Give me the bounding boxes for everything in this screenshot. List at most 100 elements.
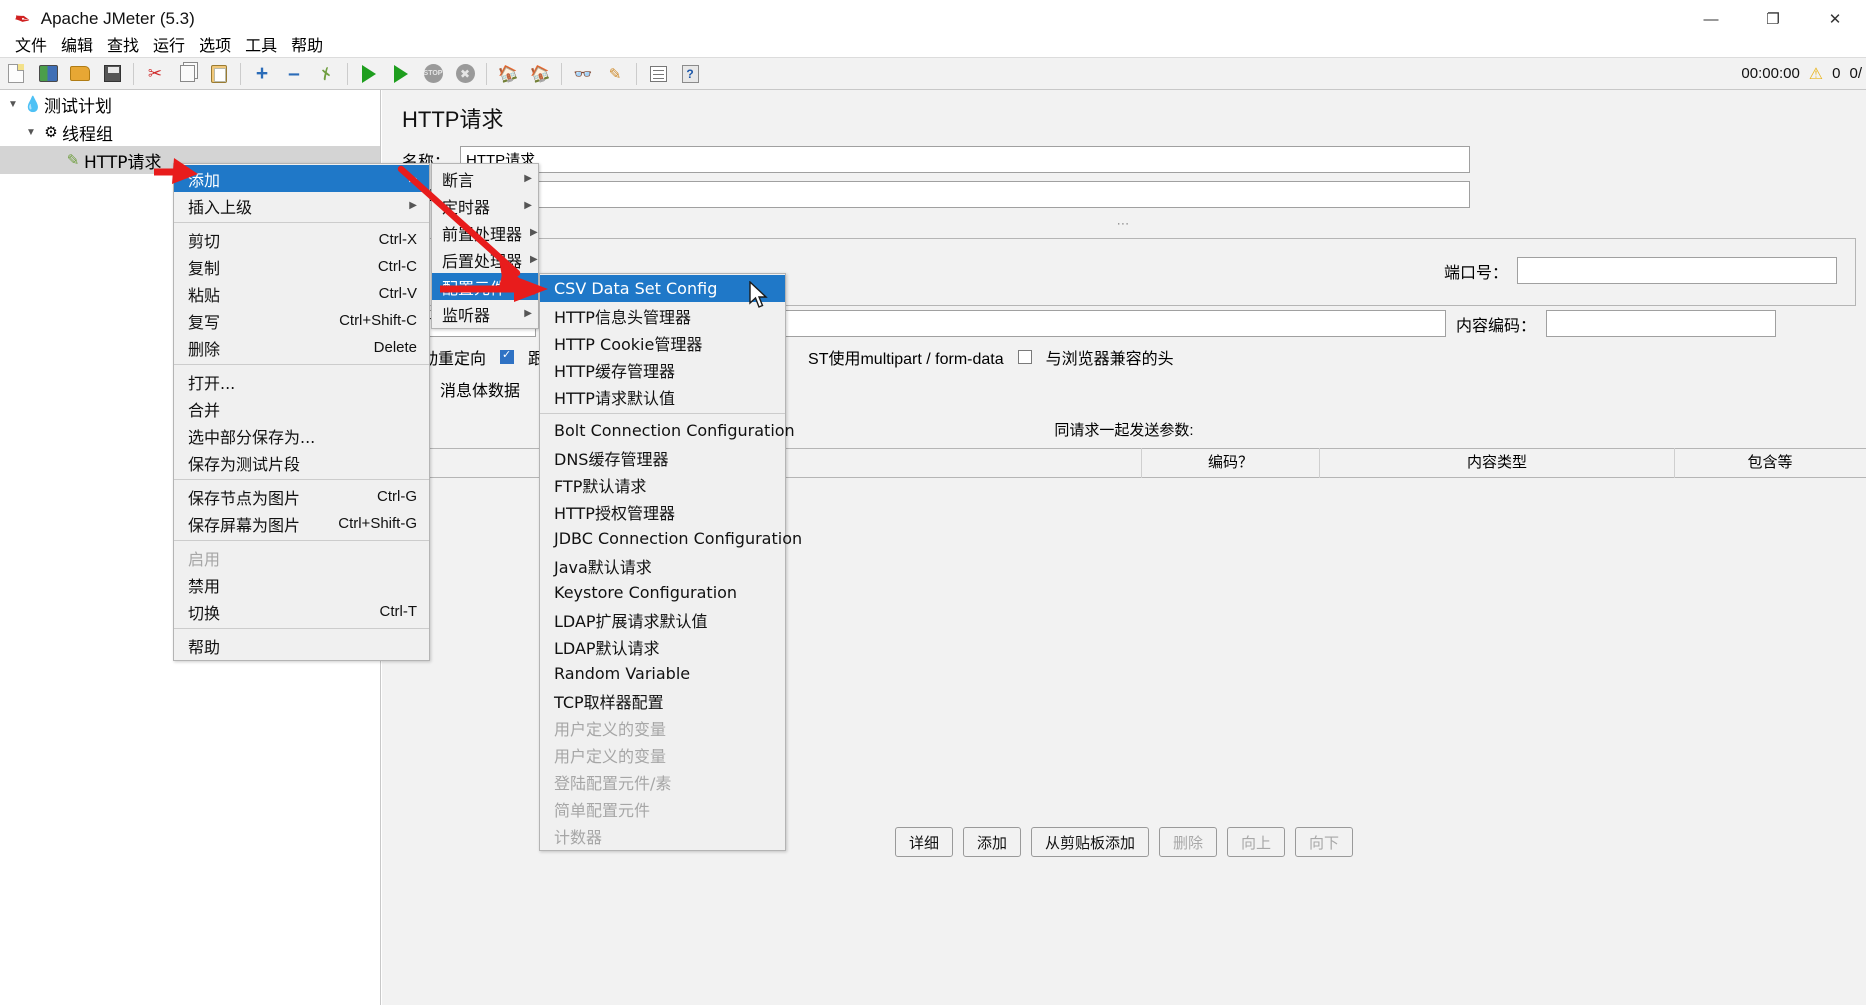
config-item-user-defined-variables[interactable]: 用户定义的变量 (540, 714, 785, 741)
add-button[interactable]: 添加 (962, 827, 1021, 857)
chevron-down-icon[interactable]: ▼ (22, 127, 40, 138)
menu-item-label: 删除 (188, 339, 221, 359)
config-item-user-defined-variables-2[interactable]: 用户定义的变量 (540, 741, 785, 768)
config-item-http-authorization-manager[interactable]: HTTP授权管理器 (540, 498, 785, 525)
warning-triangle-icon[interactable]: ⚠ (1809, 64, 1823, 84)
config-item-keystore-configuration[interactable]: Keystore Configuration (540, 579, 785, 606)
menu-options[interactable]: 选项 (192, 30, 238, 58)
context-menu-item-save-selection-as[interactable]: 选中部分保存为... (174, 422, 429, 449)
chevron-down-icon[interactable]: ▼ (4, 99, 22, 110)
add-from-clipboard-button[interactable]: 从剪贴板添加 (1030, 827, 1149, 857)
config-item-http-header-manager[interactable]: HTTP信息头管理器 (540, 302, 785, 329)
function-helper-icon[interactable] (642, 58, 674, 89)
tree-context-menu[interactable]: 添加 ▶ 插入上级 ▶ 剪切 Ctrl-X 复制 Ctrl-C 粘贴 Ctrl-… (173, 163, 430, 661)
config-item-counter[interactable]: 计数器 (540, 822, 785, 849)
context-menu-item-save-node-as-image[interactable]: 保存节点为图片 Ctrl-G (174, 483, 429, 510)
context-menu-item-remove[interactable]: 删除 Delete (174, 334, 429, 361)
context-menu-item-merge[interactable]: 合并 (174, 395, 429, 422)
help-icon[interactable]: ? (674, 58, 706, 89)
clear-all-icon[interactable]: 🏠 (524, 58, 556, 89)
move-up-button[interactable]: 向上 (1227, 827, 1286, 857)
config-element-submenu[interactable]: CSV Data Set Config HTTP信息头管理器 HTTP Cook… (539, 273, 802, 851)
config-item-random-variable[interactable]: Random Variable (540, 660, 785, 687)
copy-icon[interactable] (171, 58, 203, 89)
collapse-all-icon[interactable]: – (278, 58, 310, 89)
delete-button[interactable]: 删除 (1159, 827, 1218, 857)
move-down-button[interactable]: 向下 (1295, 827, 1354, 857)
add-submenu-item-post-processors[interactable]: 后置处理器 ▶ (432, 246, 538, 273)
content-encoding-label: 内容编码： (1456, 317, 1537, 335)
config-item-bolt-connection-configuration[interactable]: Bolt Connection Configuration (540, 417, 795, 444)
templates-icon[interactable] (32, 58, 64, 89)
context-menu-item-insert-parent[interactable]: 插入上级 ▶ (174, 192, 429, 219)
comment-input[interactable] (460, 181, 1471, 208)
config-item-java-request-defaults[interactable]: Java默认请求 (540, 552, 785, 579)
save-icon[interactable] (96, 58, 128, 89)
open-icon[interactable] (64, 58, 96, 89)
context-menu-item-disable[interactable]: 禁用 (174, 571, 429, 598)
config-item-login-config-element[interactable]: 登陆配置元件/素 (540, 768, 785, 795)
context-menu-item-enable[interactable]: 启用 (174, 544, 429, 571)
context-menu-item-cut[interactable]: 剪切 Ctrl-X (174, 226, 429, 253)
config-item-ftp-request-defaults[interactable]: FTP默认请求 (540, 471, 785, 498)
menu-run[interactable]: 运行 (146, 30, 192, 58)
add-submenu-item-assertions[interactable]: 断言 ▶ (432, 165, 538, 192)
expand-all-icon[interactable]: + (246, 58, 278, 89)
new-document-icon[interactable] (0, 58, 32, 89)
config-item-dns-cache-manager[interactable]: DNS缓存管理器 (540, 444, 785, 471)
content-encoding-input[interactable] (1546, 310, 1777, 337)
cut-icon[interactable]: ✂ (139, 58, 171, 89)
menu-file[interactable]: 文件 (8, 30, 54, 58)
shutdown-icon[interactable]: ✖ (449, 58, 481, 89)
config-item-http-cache-manager[interactable]: HTTP缓存管理器 (540, 356, 785, 383)
context-menu-item-paste[interactable]: 粘贴 Ctrl-V (174, 280, 429, 307)
splitter-grip[interactable]: ⋯ (382, 212, 1866, 232)
context-menu-item-duplicate[interactable]: 复写 Ctrl+Shift-C (174, 307, 429, 334)
add-submenu-item-listeners[interactable]: 监听器 ▶ (432, 300, 538, 327)
detail-button[interactable]: 详细 (894, 827, 953, 857)
add-submenu-item-config-element[interactable]: 配置元件 ▶ (432, 273, 538, 300)
context-menu-item-save-screen-as-image[interactable]: 保存屏幕为图片 Ctrl+Shift-G (174, 510, 429, 537)
config-item-http-request-defaults[interactable]: HTTP请求默认值 (540, 383, 785, 410)
port-input[interactable] (1517, 257, 1837, 284)
add-submenu-item-timers[interactable]: 定时器 ▶ (432, 192, 538, 219)
menu-separator (174, 628, 429, 629)
menu-item-label: Keystore Configuration (554, 583, 738, 602)
config-item-ldap-extended-request-defaults[interactable]: LDAP扩展请求默认值 (540, 606, 785, 633)
context-menu-item-help[interactable]: 帮助 (174, 632, 429, 659)
browser-compatible-headers-checkbox[interactable] (1017, 350, 1032, 364)
menu-help[interactable]: 帮助 (284, 30, 330, 58)
tree-node-test-plan[interactable]: ▼ 💧 测试计划 (0, 90, 380, 118)
search-reset-icon[interactable]: ✎ (599, 58, 631, 89)
stop-icon[interactable]: STOP (417, 58, 449, 89)
config-item-csv-data-set-config[interactable]: CSV Data Set Config (540, 275, 785, 302)
tab-body-data[interactable]: 消息体数据 (440, 377, 520, 401)
menu-edit[interactable]: 编辑 (54, 30, 100, 58)
context-menu-item-open[interactable]: 打开... (174, 368, 429, 395)
context-menu-item-save-as-test-fragment[interactable]: 保存为测试片段 (174, 449, 429, 476)
start-no-pauses-icon[interactable] (385, 58, 417, 89)
add-submenu-item-pre-processors[interactable]: 前置处理器 ▶ (432, 219, 538, 246)
add-submenu[interactable]: 断言 ▶ 定时器 ▶ 前置处理器 ▶ 后置处理器 ▶ 配置元件 ▶ 监听器 ▶ (431, 163, 539, 329)
menu-search[interactable]: 查找 (100, 30, 146, 58)
paste-icon[interactable] (203, 58, 235, 89)
config-item-simple-config-element[interactable]: 简单配置元件 (540, 795, 785, 822)
context-menu-item-add[interactable]: 添加 ▶ (174, 165, 429, 192)
config-item-jdbc-connection-configuration[interactable]: JDBC Connection Configuration (540, 525, 802, 552)
tree-node-thread-group[interactable]: ▼ ⚙ 线程组 (0, 118, 380, 146)
context-menu-item-toggle[interactable]: 切换 Ctrl-T (174, 598, 429, 625)
search-icon[interactable]: 👓 (567, 58, 599, 89)
follow-redirects-checkbox[interactable] (500, 348, 515, 364)
menu-separator (174, 364, 429, 365)
config-item-http-cookie-manager[interactable]: HTTP Cookie管理器 (540, 329, 785, 356)
name-input[interactable]: HTTP请求 (460, 146, 1471, 173)
menu-tools[interactable]: 工具 (238, 30, 284, 58)
menu-item-label: 用户定义的变量 (554, 746, 667, 766)
toggle-icon[interactable]: ✗ (310, 58, 342, 89)
context-menu-item-copy[interactable]: 复制 Ctrl-C (174, 253, 429, 280)
config-item-tcp-sampler-config[interactable]: TCP取样器配置 (540, 687, 785, 714)
clear-icon[interactable]: 🏠 (492, 58, 524, 89)
config-item-ldap-request-defaults[interactable]: LDAP默认请求 (540, 633, 785, 660)
start-icon[interactable] (353, 58, 385, 89)
menu-item-label: 监听器 (442, 305, 491, 325)
